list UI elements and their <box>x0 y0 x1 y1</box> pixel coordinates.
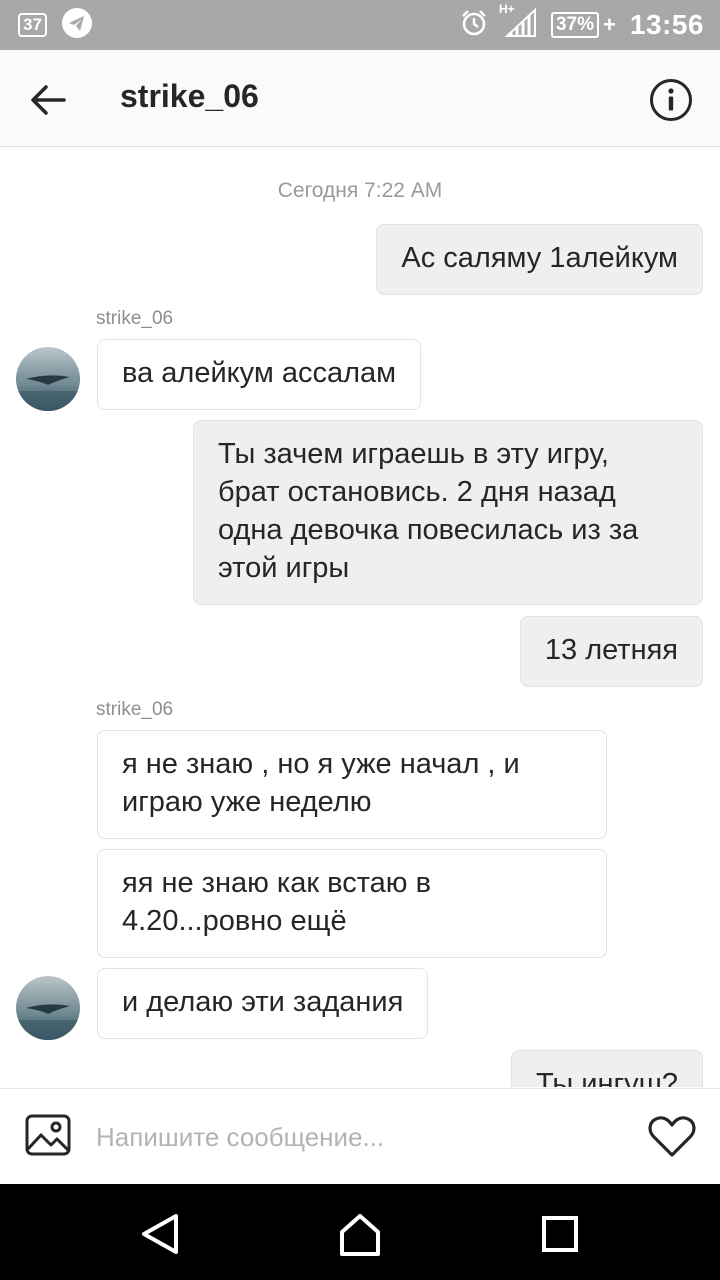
arrow-left-icon <box>31 85 66 115</box>
avatar-image <box>16 976 80 1040</box>
chat-header: strike_06 <box>0 50 720 147</box>
signal-icon: H+ <box>499 2 537 43</box>
back-button[interactable] <box>26 78 70 122</box>
network-type: H+ <box>498 1 515 16</box>
message-bubble-outgoing[interactable]: Ты зачем играешь в эту игру, брат остано… <box>193 420 703 605</box>
like-button[interactable] <box>646 1111 698 1163</box>
message-bubble-outgoing[interactable]: Ты ингуш? <box>510 1050 703 1087</box>
message-input[interactable] <box>96 1115 616 1159</box>
alarm-icon <box>459 8 489 43</box>
nav-recents-button[interactable] <box>536 1210 584 1258</box>
heart-icon <box>648 1116 696 1157</box>
message-bubble-incoming[interactable]: яя не знаю как встаю в 4.20...ровно ещё <box>97 849 607 958</box>
nav-back-button[interactable] <box>136 1210 184 1258</box>
notification-badge: 37 <box>18 13 47 37</box>
sender-name: strike_06 <box>96 699 174 720</box>
composer-bar <box>0 1088 720 1185</box>
status-left: 37 <box>18 7 93 40</box>
message-bubble-outgoing[interactable]: 13 летняя <box>519 616 703 687</box>
status-right: H+ 37% + 13:56 <box>459 2 704 43</box>
date-separator: Сегодня 7:22 AM <box>277 179 443 202</box>
avatar[interactable] <box>16 347 80 411</box>
message-bubble-incoming[interactable]: ва алейкум ассалам <box>97 339 422 410</box>
sender-name: strike_06 <box>96 308 174 329</box>
gallery-button[interactable] <box>24 1111 72 1159</box>
avatar-image <box>16 347 80 411</box>
message-bubble-outgoing[interactable]: Ас саляму 1алейкум <box>376 224 703 295</box>
charging-icon: + <box>603 12 616 37</box>
info-icon <box>650 79 692 121</box>
clock: 13:56 <box>629 9 704 40</box>
message-list[interactable]: Сегодня 7:22 AM Ас саляму 1алейкум strik… <box>0 147 720 1087</box>
message-bubble-incoming[interactable]: я не знаю , но я уже начал , и играю уже… <box>97 730 607 839</box>
home-icon <box>340 1214 380 1256</box>
message-bubble-incoming[interactable]: и делаю эти задания <box>97 968 429 1039</box>
nav-home-button[interactable] <box>336 1210 384 1258</box>
info-button[interactable] <box>648 77 694 123</box>
square-recents-icon <box>542 1216 578 1252</box>
triangle-back-icon <box>142 1214 178 1254</box>
telegram-icon <box>61 7 93 44</box>
battery-indicator: 37% <box>550 12 600 38</box>
avatar[interactable] <box>16 976 80 1040</box>
status-bar: 37 H+ 37% + 13:56 <box>0 0 720 50</box>
image-icon <box>25 1114 71 1156</box>
chat-title[interactable]: strike_06 <box>120 78 259 115</box>
navigation-bar <box>0 1184 720 1280</box>
